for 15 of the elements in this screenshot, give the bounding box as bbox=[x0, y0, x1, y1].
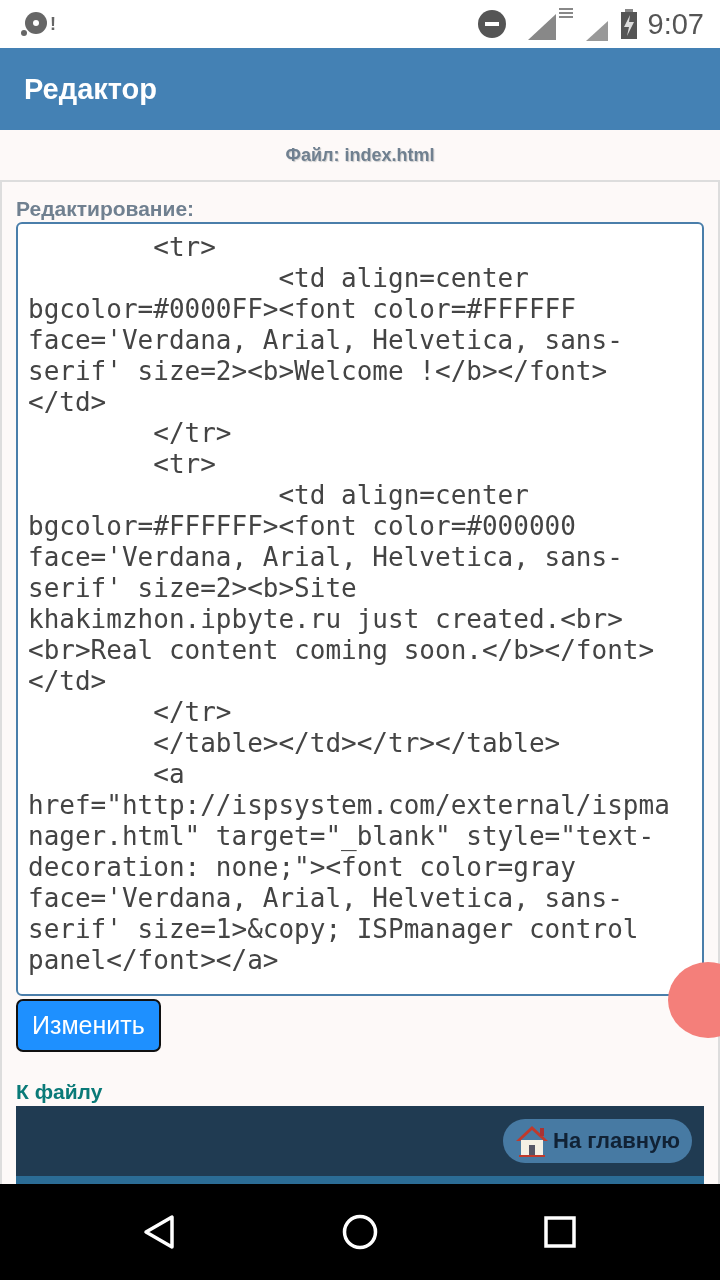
house-icon bbox=[515, 1125, 550, 1158]
editor-label: Редактирование: bbox=[16, 196, 196, 222]
home-nav-icon[interactable] bbox=[342, 1214, 378, 1250]
clock-time: 9:07 bbox=[647, 7, 704, 41]
file-link[interactable]: К файлу bbox=[16, 1080, 704, 1105]
do-not-disturb-icon bbox=[477, 10, 506, 38]
notification-mark: ! bbox=[50, 13, 56, 35]
save-button[interactable]: Изменить bbox=[16, 999, 161, 1053]
file-name: Файл: index.html bbox=[285, 144, 435, 166]
code-text: <tr> <td align=center bgcolor=#0000FF><font color=#FFFFFF face='Verdana, Arial, Helvetica, sans- serif' size=2><b>Welcome !</b></font> </td> </tr> <tr> <td align=center bgcolor=#FFFFFF><font color=#000000 face='Verdana, Arial, Helvetica, sans- serif' size=2><b>Site khakimzhon.ipbyte.ru just created.<br> <br>Real content coming soon.</b></font> </td> </tr> </table></td></tr></table> <a href="http://ispsystem.com/external/ispma nager.html" target="_blank" style="text- decoration: none;"><font color=gray face='Verdana, Arial, Helvetica, sans- serif' size=1>&copy; ISPmanager control panel</font></a> bbox=[28, 232, 671, 976]
home-button[interactable]: На главную bbox=[503, 1119, 692, 1164]
disc-icon bbox=[20, 11, 50, 37]
app-title: Редактор bbox=[24, 72, 158, 106]
recents-icon[interactable] bbox=[542, 1214, 578, 1250]
battery-icon bbox=[619, 9, 638, 39]
